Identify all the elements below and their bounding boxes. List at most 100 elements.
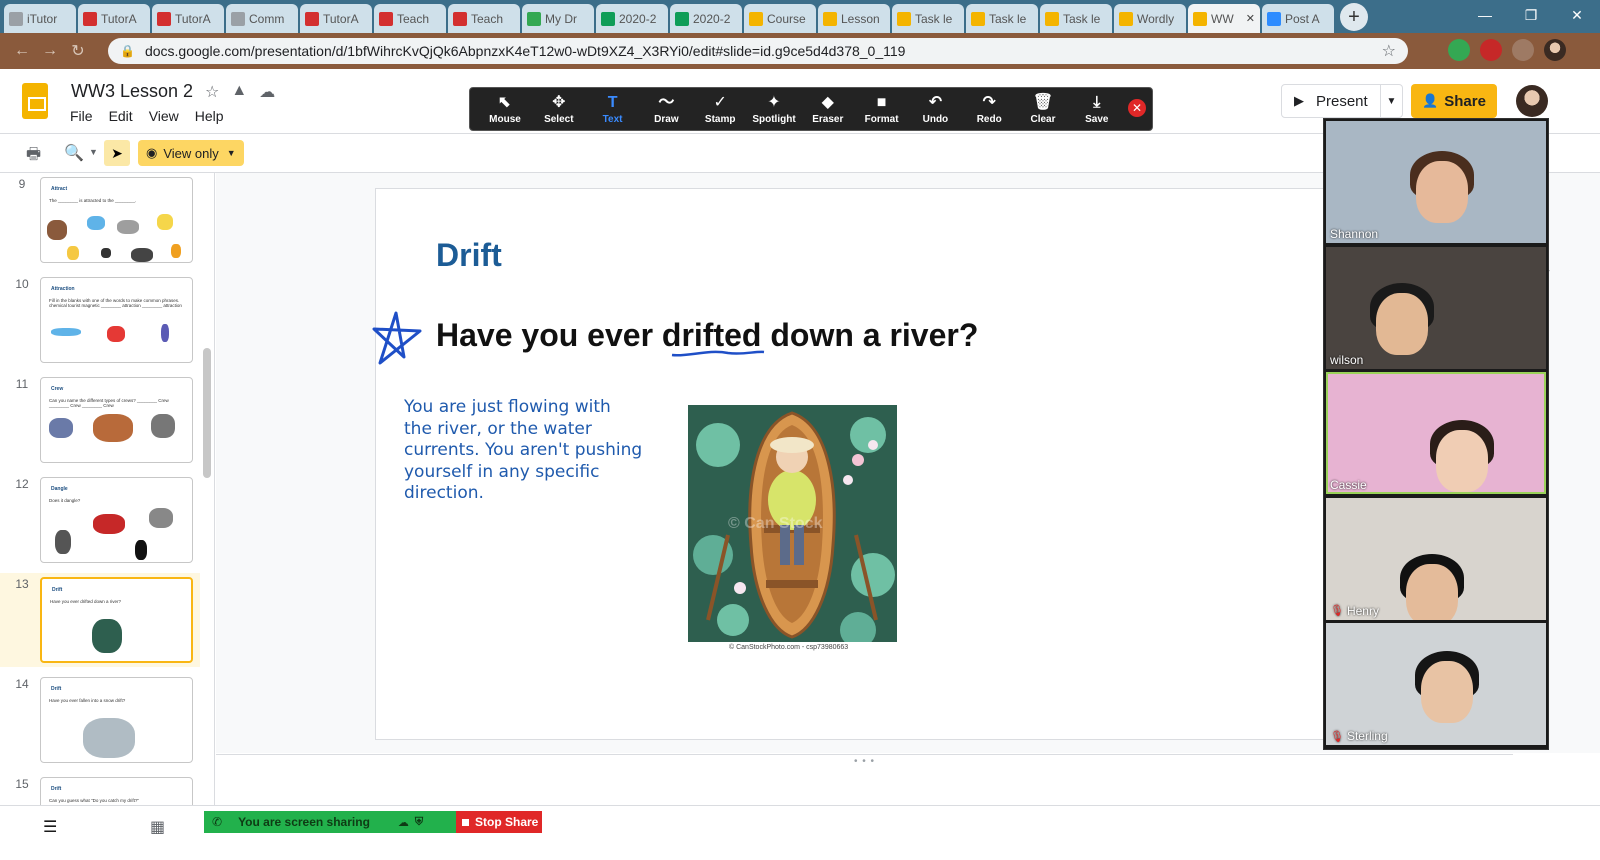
zoom-icon[interactable]: 🔍 bbox=[64, 143, 84, 163]
view-only-button[interactable]: ◉ View only ▼ bbox=[138, 140, 244, 166]
participant-video-tile[interactable]: 🎙 Henry bbox=[1326, 497, 1546, 620]
forward-icon[interactable]: → bbox=[36, 42, 64, 60]
slides-logo-icon[interactable] bbox=[22, 83, 48, 119]
reload-icon[interactable]: ↻ bbox=[64, 41, 92, 61]
slide-thumbnail-row[interactable]: 14 Drift Have you ever fallen into a sno… bbox=[0, 673, 200, 767]
tab-title: Teach bbox=[471, 11, 504, 26]
slide-thumbnail[interactable]: Crew Can you name the different types of… bbox=[40, 377, 193, 463]
current-slide[interactable]: Drift Have you ever drifted down a river… bbox=[372, 188, 1335, 740]
select-pointer-icon[interactable]: ➤ bbox=[104, 140, 130, 166]
slide-thumbnail[interactable]: Dangle Does it dangle? bbox=[40, 477, 193, 563]
participant-name-label: Cassie bbox=[1330, 478, 1367, 492]
annotation-tool-select[interactable]: ✥ Select bbox=[532, 92, 586, 125]
participant-face bbox=[1436, 430, 1488, 492]
browser-tab[interactable]: My Dr bbox=[522, 4, 594, 33]
cloud-saved-icon[interactable]: ☁ bbox=[259, 82, 275, 102]
close-window-icon[interactable]: ✕ bbox=[1554, 0, 1600, 30]
annotation-tool-stamp[interactable]: ✓ Stamp bbox=[693, 92, 747, 125]
browser-tab[interactable]: Wordly bbox=[1114, 4, 1186, 33]
screen-sharing-status[interactable]: ✆ You are screen sharing ☁ ⛨ bbox=[204, 811, 456, 833]
browser-tab[interactable]: Teach bbox=[448, 4, 520, 33]
document-title[interactable]: WW3 Lesson 2 bbox=[71, 81, 193, 102]
slide-thumbnail[interactable]: Drift Can you guess what "Do you catch m… bbox=[40, 777, 193, 805]
stop-share-button[interactable]: Stop Share bbox=[456, 811, 542, 833]
menu-edit[interactable]: Edit bbox=[109, 108, 133, 124]
annotation-tool-save[interactable]: ⤓ Save bbox=[1070, 92, 1124, 125]
slide-thumbnail-row[interactable]: 11 Crew Can you name the different types… bbox=[0, 373, 200, 467]
sheets-icon bbox=[675, 11, 689, 26]
minimize-icon[interactable]: — bbox=[1462, 0, 1508, 30]
filmstrip-scrollbar[interactable] bbox=[203, 348, 211, 478]
print-icon[interactable]: 🖶 bbox=[26, 143, 41, 170]
annotation-tool-spotlight[interactable]: ✦ Spotlight bbox=[747, 92, 801, 125]
slide-thumbnail-row[interactable]: 10 Attraction Fill in the blanks with on… bbox=[0, 273, 200, 367]
grid-view-icon[interactable]: ▦ bbox=[150, 817, 165, 837]
slide-thumbnail-row[interactable]: 9 Attract The ________ is attracted to t… bbox=[0, 173, 200, 267]
annotation-tool-redo[interactable]: ↷ Redo bbox=[962, 92, 1016, 125]
browser-tab[interactable]: TutorA bbox=[300, 4, 372, 33]
slide-thumbnail-row[interactable]: 13 Drift Have you ever drifted down a ri… bbox=[0, 573, 200, 667]
browser-tab-bar: iTutor TutorA TutorA Comm TutorA Teach Teach My… bbox=[0, 0, 1600, 33]
menu-view[interactable]: View bbox=[149, 108, 179, 124]
annotation-tool-text[interactable]: T Text bbox=[586, 92, 640, 125]
browser-tab[interactable]: Course bbox=[744, 4, 816, 33]
annotation-tool-mouse[interactable]: ⬉ Mouse bbox=[478, 92, 532, 125]
browser-tab[interactable]: Task le bbox=[1040, 4, 1112, 33]
extensions-puzzle-icon[interactable] bbox=[1512, 39, 1534, 61]
bookmark-star-icon[interactable]: ☆ bbox=[1382, 41, 1396, 61]
browser-tab[interactable]: Lesson bbox=[818, 4, 890, 33]
participant-video-tile[interactable]: wilson bbox=[1326, 246, 1546, 369]
browser-tab[interactable]: TutorA bbox=[78, 4, 150, 33]
classroom-icon bbox=[749, 11, 763, 26]
participant-video-tile[interactable]: 🎙 Sterling bbox=[1326, 623, 1546, 745]
present-dropdown-icon[interactable]: ▼ bbox=[1380, 85, 1402, 117]
url-bar[interactable]: 🔒 docs.google.com/presentation/d/1bfWihr… bbox=[108, 38, 1408, 64]
close-tab-icon[interactable]: ✕ bbox=[1246, 12, 1255, 25]
participant-video-tile[interactable]: Cassie bbox=[1326, 372, 1546, 494]
profile-avatar-icon[interactable] bbox=[1544, 39, 1566, 61]
slide-thumbnail[interactable]: Drift Have you ever drifted down a river… bbox=[40, 577, 193, 663]
browser-tab[interactable]: TutorA bbox=[152, 4, 224, 33]
browser-tab[interactable]: Task le bbox=[966, 4, 1038, 33]
annotation-tool-clear[interactable]: 🗑 Clear bbox=[1016, 92, 1070, 125]
slide-thumbnail-row[interactable]: 12 Dangle Does it dangle? bbox=[0, 473, 200, 567]
thumbnail-image bbox=[117, 220, 139, 234]
zoom-dropdown-icon[interactable]: ▼ bbox=[89, 147, 98, 157]
back-icon[interactable]: ← bbox=[8, 42, 36, 60]
new-tab-button[interactable]: + bbox=[1340, 3, 1368, 31]
annotation-tool-draw[interactable]: 〜 Draw bbox=[639, 92, 693, 125]
annotation-tool-undo[interactable]: ↶ Undo bbox=[908, 92, 962, 125]
browser-tab[interactable]: Task le bbox=[892, 4, 964, 33]
browser-tab[interactable]: Teach bbox=[374, 4, 446, 33]
annotation-tool-eraser[interactable]: ◆ Eraser bbox=[801, 92, 855, 125]
share-button[interactable]: 👤 Share bbox=[1411, 84, 1497, 118]
menu-help[interactable]: Help bbox=[195, 108, 224, 124]
move-to-drive-icon[interactable]: ▲ bbox=[231, 82, 247, 102]
clear-icon: 🗑 bbox=[1032, 94, 1054, 111]
stop-square-icon bbox=[462, 818, 469, 826]
slide-thumbnail[interactable]: Attract The ________ is attracted to the… bbox=[40, 177, 193, 263]
filmstrip-view-icon[interactable]: ☰ bbox=[43, 817, 57, 837]
browser-tab[interactable]: iTutor bbox=[4, 4, 76, 33]
extension-green-icon[interactable] bbox=[1448, 39, 1470, 61]
menu-file[interactable]: File bbox=[70, 108, 93, 124]
close-annotation-icon[interactable]: ✕ bbox=[1128, 99, 1146, 117]
browser-tab[interactable]: 2020-2 bbox=[670, 4, 742, 33]
star-icon[interactable]: ☆ bbox=[205, 82, 219, 102]
slide-thumbnail-row[interactable]: 15 Drift Can you guess what "Do you catc… bbox=[0, 773, 200, 805]
browser-tab[interactable]: WW ✕ bbox=[1188, 4, 1260, 33]
i-icon bbox=[379, 11, 393, 26]
account-avatar[interactable] bbox=[1516, 85, 1548, 117]
slide-thumbnail[interactable]: Attraction Fill in the blanks with one o… bbox=[40, 277, 193, 363]
browser-tab[interactable]: Comm bbox=[226, 4, 298, 33]
participant-video-tile[interactable]: Shannon bbox=[1326, 121, 1546, 243]
annotation-tool-format[interactable]: ■ Format bbox=[855, 92, 909, 125]
present-button[interactable]: ▶ Present ▼ bbox=[1281, 84, 1403, 118]
notes-resize-grip-icon[interactable]: • • • bbox=[854, 756, 875, 767]
browser-tab[interactable]: 2020-2 bbox=[596, 4, 668, 33]
browser-tab[interactable]: Post A bbox=[1262, 4, 1334, 33]
ublock-icon[interactable] bbox=[1480, 39, 1502, 61]
slide-thumbnail[interactable]: Drift Have you ever fallen into a snow d… bbox=[40, 677, 193, 763]
restore-icon[interactable]: ❐ bbox=[1508, 0, 1554, 30]
slide-description: You are just flowing with the river, or … bbox=[404, 397, 643, 503]
